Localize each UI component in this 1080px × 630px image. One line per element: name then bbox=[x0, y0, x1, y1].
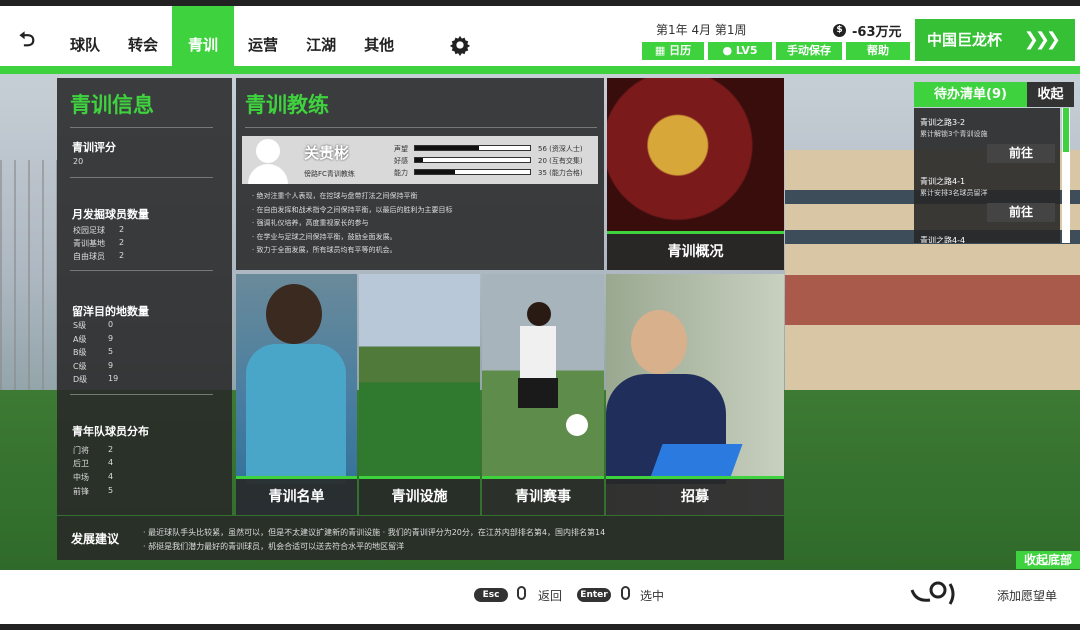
stat-value: 56 (资深人士) bbox=[538, 145, 583, 153]
todo-header[interactable]: 待办清单(9) bbox=[914, 82, 1027, 107]
select-hint[interactable]: 选中 bbox=[640, 587, 664, 604]
youth-dist-row: 前锋 5 bbox=[73, 486, 114, 496]
collapse-bottom-button[interactable]: 收起底部 bbox=[1016, 551, 1080, 569]
stat-value: 20 (互有交集) bbox=[538, 157, 583, 165]
todo-item-title: 青训之路3-2 bbox=[920, 118, 966, 127]
coach-title: 青训教练 bbox=[245, 93, 329, 117]
coach-trait: · 绝对注重个人表现，在控球与盘带打法之间保持平衡 bbox=[252, 192, 418, 200]
main-nav: 球队 转会 青训 运营 江湖 其他 bbox=[56, 6, 408, 66]
mouse-icon bbox=[621, 586, 630, 600]
destination-row: D级 19 bbox=[73, 374, 119, 384]
destination-row: S级 0 bbox=[73, 320, 114, 330]
monthly-title: 月发掘球员数量 bbox=[72, 208, 149, 221]
tile-youth-matches[interactable]: 青训赛事 bbox=[482, 274, 604, 515]
tile-youth-roster[interactable]: 青训名单 bbox=[236, 274, 357, 515]
destination-title: 留洋目的地数量 bbox=[72, 305, 149, 318]
todo-scrollbar[interactable] bbox=[1062, 108, 1070, 243]
youth-dist-row: 中场 4 bbox=[73, 472, 114, 482]
youth-dist-title: 青年队球员分布 bbox=[72, 425, 149, 438]
stat-label: 好感 bbox=[394, 157, 408, 165]
triple-chevron-icon: ❯❯❯ bbox=[1023, 29, 1061, 50]
destination-row: A级 9 bbox=[73, 334, 114, 344]
todo-item-title: 青训之路4-4 bbox=[920, 236, 966, 243]
dev-suggestion-line: · 最近球队手头比较紧，虽然可以，但是不太建议扩建新的青训设施 · 我们的青训评… bbox=[143, 528, 606, 537]
rating-title: 青训评分 bbox=[72, 141, 116, 154]
stat-label: 能力 bbox=[394, 169, 408, 177]
stat-bar bbox=[414, 169, 531, 175]
calendar-button[interactable]: ▦ 日历 bbox=[642, 42, 704, 60]
back-arrow-icon[interactable]: ⮌ bbox=[12, 26, 42, 52]
steam-icon[interactable] bbox=[910, 580, 956, 606]
tile-youth-overview[interactable]: 青训概况 bbox=[607, 78, 784, 270]
rating-value: 20 bbox=[73, 157, 84, 166]
monthly-row: 青训基地 2 bbox=[73, 238, 125, 248]
mouse-icon bbox=[517, 586, 526, 600]
money-display: $ -63万元 bbox=[833, 21, 902, 40]
stat-label: 声望 bbox=[394, 145, 408, 153]
youth-info-title: 青训信息 bbox=[70, 93, 154, 117]
money-value: -63万元 bbox=[852, 25, 902, 40]
bottom-strip bbox=[0, 624, 1080, 630]
background-fence bbox=[0, 160, 60, 400]
coach-trait: · 在自由发挥和战术指令之间保持平衡，以最后的胜利为主要目标 bbox=[252, 206, 453, 214]
enter-key: Enter bbox=[577, 588, 611, 602]
stat-value: 35 (能力合格) bbox=[538, 169, 583, 177]
user-icon: ● bbox=[722, 44, 736, 57]
monthly-row: 自由球员 2 bbox=[73, 251, 125, 261]
nav-jianghu[interactable]: 江湖 bbox=[292, 6, 350, 66]
level-button[interactable]: ● LV5 bbox=[708, 42, 772, 60]
manual-save-button[interactable]: 手动保存 bbox=[776, 42, 842, 60]
dev-suggestion-title: 发展建议 bbox=[71, 532, 120, 546]
top-bar-accent bbox=[0, 66, 1080, 74]
dev-suggestion-panel bbox=[57, 516, 784, 560]
nav-team[interactable]: 球队 bbox=[56, 6, 114, 66]
destination-row: C级 9 bbox=[73, 361, 114, 371]
stat-bar bbox=[414, 157, 531, 163]
monthly-row: 校园足球 2 bbox=[73, 225, 125, 235]
coach-trait: · 在学业与足球之间保持平衡，鼓励全面发展。 bbox=[252, 233, 397, 241]
dev-suggestion-line: · 郝挺是我们潜力最好的青训球员，机会合适可以送去符合水平的地区留洋 bbox=[143, 542, 405, 551]
calendar-icon: ▦ bbox=[654, 44, 670, 57]
coach-trait: · 强调礼仪培养，高度重视家长的参与 bbox=[252, 219, 369, 227]
tile-recruit[interactable]: 招募 bbox=[606, 274, 784, 515]
avatar-icon bbox=[256, 139, 280, 163]
todo-goto-button[interactable]: 前往 bbox=[987, 144, 1055, 163]
destination-row: B级 5 bbox=[73, 347, 114, 357]
add-wishlist-button[interactable]: 添加愿望单 bbox=[997, 587, 1057, 604]
todo-list: 青训之路3-2 累计解锁3个青训设施 前往 青训之路4-1 累计安排3名球员留洋… bbox=[914, 108, 1060, 243]
game-date: 第1年 4月 第1周 bbox=[656, 23, 747, 37]
nav-transfer[interactable]: 转会 bbox=[114, 6, 172, 66]
todo-item-desc: 累计解锁3个青训设施 bbox=[920, 130, 988, 138]
nav-youth[interactable]: 青训 bbox=[172, 6, 235, 66]
todo-goto-button[interactable]: 前往 bbox=[987, 203, 1055, 222]
todo-item-title: 青训之路4-1 bbox=[920, 177, 966, 186]
todo-collapse-button[interactable]: 收起 bbox=[1027, 82, 1074, 107]
nav-operations[interactable]: 运营 bbox=[234, 6, 292, 66]
gear-icon[interactable] bbox=[449, 34, 471, 56]
coach-trait: · 致力于全面发展，所有球员均有平等的机会。 bbox=[252, 246, 397, 254]
help-button[interactable]: 帮助 bbox=[846, 42, 910, 60]
stat-bar bbox=[414, 145, 531, 151]
coach-name: 关贵彬 bbox=[304, 144, 350, 162]
back-hint[interactable]: 返回 bbox=[538, 587, 562, 604]
coach-card: 关贵彬 傍路FC青训教练 声望 56 (资深人士) 好感 20 (互有交集) 能… bbox=[242, 136, 598, 184]
youth-dist-row: 门将 2 bbox=[73, 445, 114, 455]
tile-youth-facilities[interactable]: 青训设施 bbox=[359, 274, 480, 515]
coach-role: 傍路FC青训教练 bbox=[304, 170, 355, 178]
cup-button[interactable]: 中国巨龙杯 ❯❯❯ bbox=[915, 19, 1075, 61]
esc-key: Esc bbox=[474, 588, 508, 602]
todo-item-desc: 累计安排3名球员留洋 bbox=[920, 189, 988, 197]
nav-other[interactable]: 其他 bbox=[350, 6, 408, 66]
coin-icon: $ bbox=[833, 24, 846, 37]
youth-dist-row: 后卫 4 bbox=[73, 458, 114, 468]
